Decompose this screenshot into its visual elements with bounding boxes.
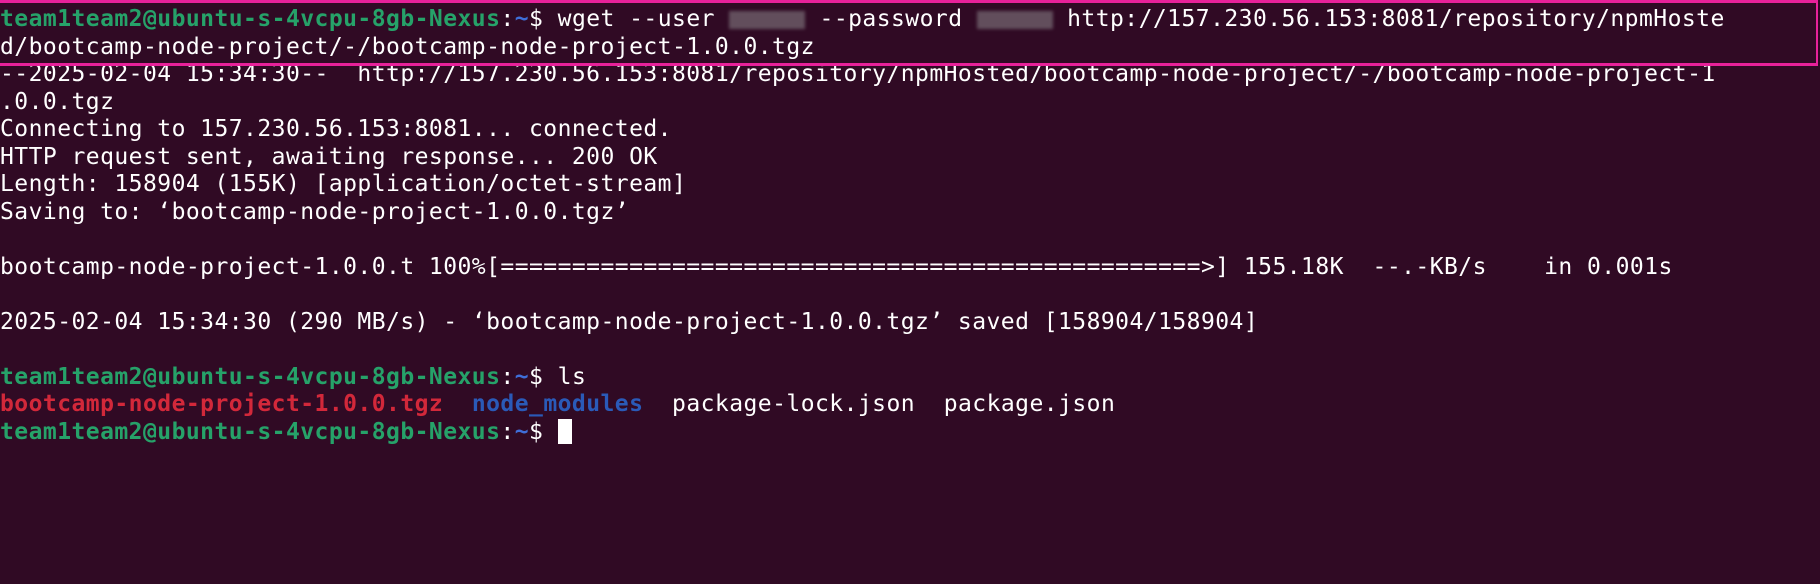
prompt-sign: $ [529,418,558,445]
terminal-window[interactable]: team1team2@ubuntu-s-4vcpu-8gb-Nexus:~$ w… [0,0,1820,584]
output-line: Saving to: ‘bootcamp-node-project-1.0.0.… [0,198,630,225]
prompt-path: ~ [514,6,530,32]
progress-line: bootcamp-node-project-1.0.0.t 100%[=====… [0,253,1673,280]
command-text: ls [557,363,587,390]
prompt-sign: $ [529,6,558,32]
ls-file: package-lock.json [672,391,916,417]
command-line-active[interactable]: team1team2@ubuntu-s-4vcpu-8gb-Nexus:~$ [0,418,1820,447]
text-cursor [557,418,572,444]
command-line-ls: team1team2@ubuntu-s-4vcpu-8gb-Nexus:~$ l… [0,363,587,390]
prompt-path: ~ [514,363,530,390]
ls-directory: node_modules [471,391,644,417]
output-line: --2025-02-04 15:34:30-- http://157.230.5… [0,61,1716,87]
output-line: Length: 158904 (155K) [application/octet… [0,171,687,197]
redacted-password [976,10,1053,29]
prompt-path: ~ [514,418,530,445]
command-line-wget: team1team2@ubuntu-s-4vcpu-8gb-Nexus:~$ w… [0,6,1725,32]
redacted-username [729,10,806,29]
command-text: --password [805,6,977,32]
output-line: Connecting to 157.230.56.153:8081... con… [0,116,672,142]
prompt-user-host: team1team2@ubuntu-s-4vcpu-8gb-Nexus [0,6,501,32]
prompt-user-host: team1team2@ubuntu-s-4vcpu-8gb-Nexus [0,363,501,390]
output-line: HTTP request sent, awaiting response... … [0,143,658,170]
command-text: http://157.230.56.153:8081/repository/np… [1052,6,1725,32]
ls-archive-file: bootcamp-node-project-1.0.0.tgz [0,391,444,417]
output-line: .0.0.tgz [0,88,115,115]
ls-output-line: bootcamp-node-project-1.0.0.tgz node_mod… [0,391,1820,419]
ls-file: package.json [943,391,1116,417]
saved-line: 2025-02-04 15:34:30 (290 MB/s) - ‘bootca… [0,308,1259,335]
prompt-sign: $ [529,363,558,390]
prompt-user-host: team1team2@ubuntu-s-4vcpu-8gb-Nexus [0,418,501,445]
command-text: wget --user [557,6,730,32]
command-line-wrap: d/bootcamp-node-project/-/bootcamp-node-… [0,33,815,60]
